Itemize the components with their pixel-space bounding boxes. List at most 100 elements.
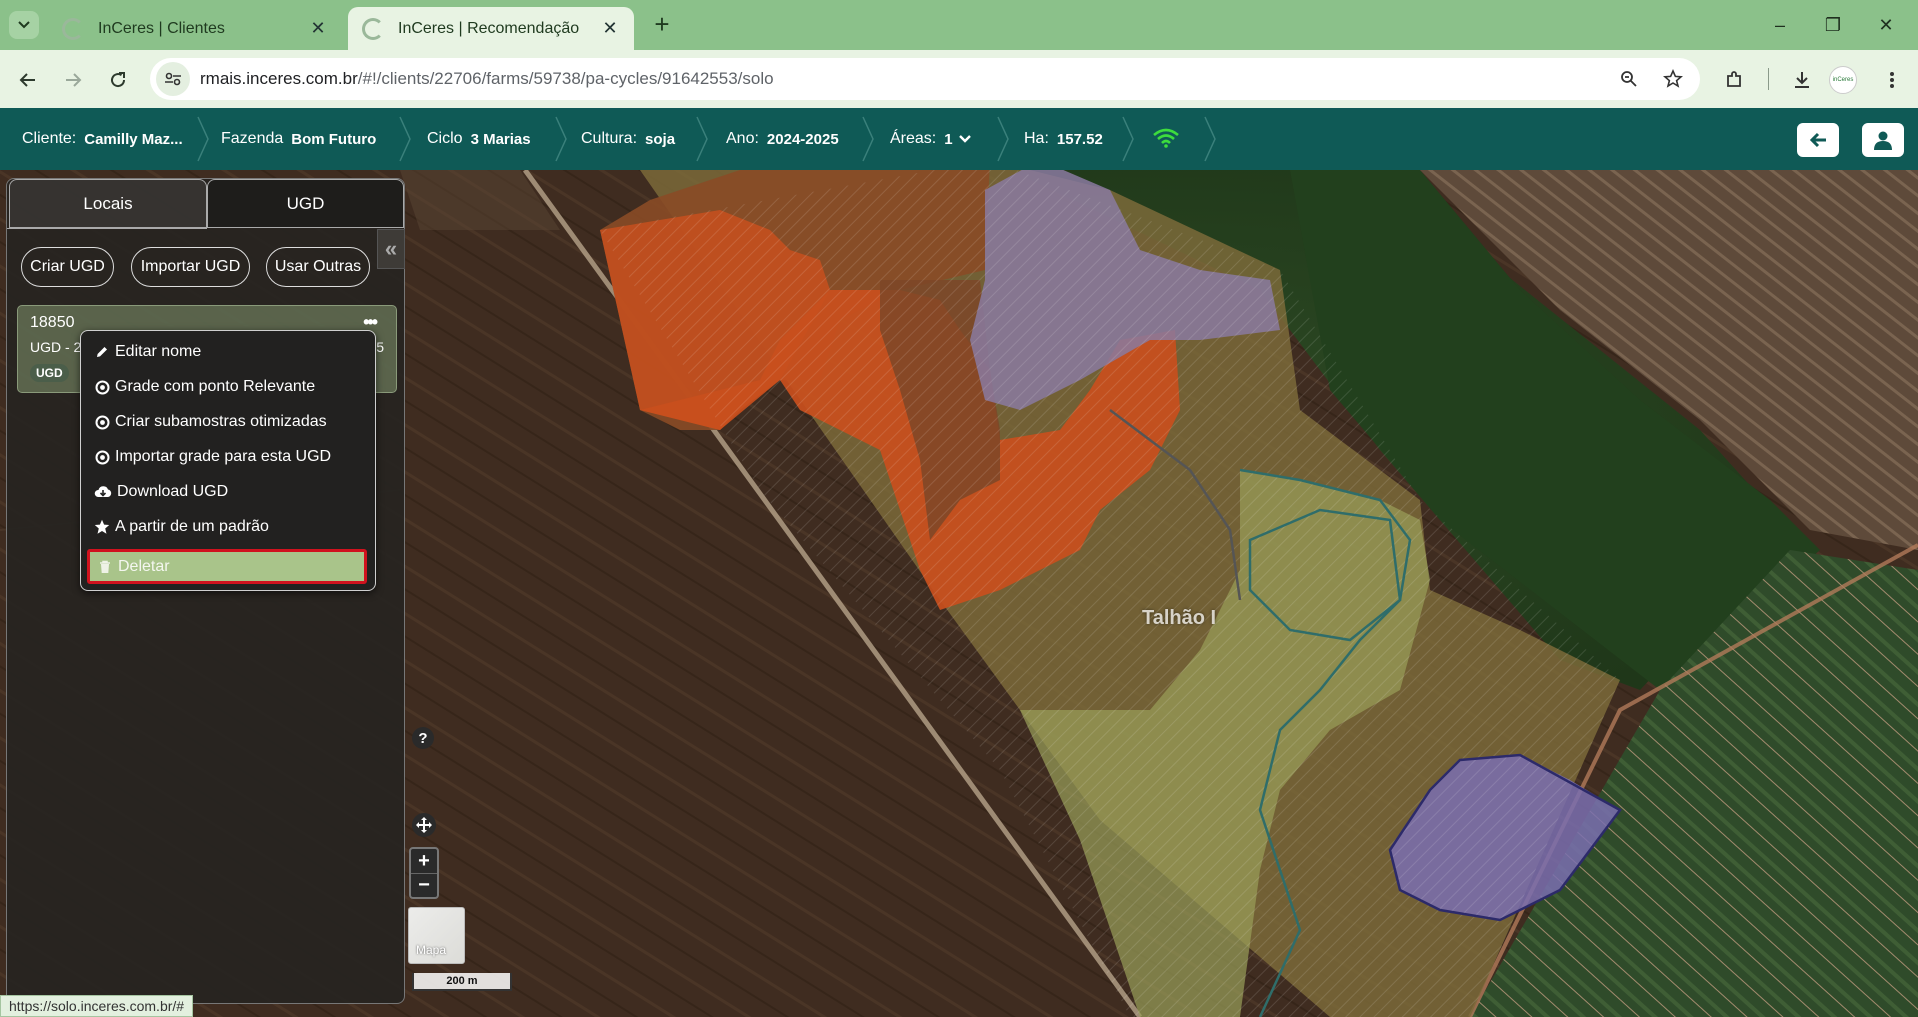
- crumb-label: Cliente:: [22, 130, 77, 147]
- zoom-control: + −: [409, 847, 439, 899]
- pencil-icon: [93, 343, 111, 361]
- close-icon[interactable]: ✕: [600, 18, 620, 39]
- download-icon[interactable]: [1786, 64, 1818, 96]
- new-tab-button[interactable]: +: [648, 9, 676, 39]
- chevron-right-icon: [862, 116, 874, 162]
- crumb-label: Áreas:: [890, 130, 937, 147]
- menu-item-download-ugd[interactable]: Download UGD: [93, 478, 228, 506]
- pan-button[interactable]: [412, 813, 436, 837]
- menu-item-label: Deletar: [118, 557, 170, 575]
- reload-button[interactable]: [102, 64, 134, 96]
- collapse-panel-button[interactable]: «: [377, 229, 405, 269]
- crumb-value: 2024-2025: [766, 130, 839, 148]
- crumb-value: 3 Marias: [470, 130, 531, 148]
- target-icon: [93, 378, 111, 396]
- browser-toolbar: rmais.inceres.com.br/#!/clients/22706/fa…: [0, 50, 1918, 108]
- back-nav-button[interactable]: [1797, 123, 1839, 157]
- trash-icon: [96, 558, 114, 576]
- tab-title: InCeres | Clientes: [98, 19, 225, 37]
- menu-kebab-icon[interactable]: [1876, 64, 1908, 96]
- profile-avatar[interactable]: inCeres: [1829, 66, 1857, 94]
- crumb-areas[interactable]: Áreas: 1: [890, 108, 971, 170]
- importar-ugd-button[interactable]: Importar UGD: [131, 247, 250, 287]
- zoom-icon[interactable]: [1612, 62, 1646, 96]
- crumb-ha: Ha: 157.52: [1024, 108, 1103, 170]
- crumb-cliente[interactable]: Cliente: Camilly Maz...: [22, 108, 183, 170]
- zoom-in-button[interactable]: +: [411, 849, 437, 873]
- target-icon: [93, 448, 111, 466]
- chevron-right-icon: [1122, 116, 1134, 162]
- tab-search-button[interactable]: [9, 11, 39, 39]
- menu-item-importar-grade[interactable]: Importar grade para esta UGD: [93, 443, 331, 471]
- reload-icon: [111, 72, 126, 88]
- basemap-label: Mapa: [416, 943, 447, 957]
- crumb-label: Ha:: [1024, 130, 1049, 147]
- site-info-icon[interactable]: [156, 62, 190, 96]
- menu-item-label: Editar nome: [115, 343, 202, 360]
- crumb-value: 157.52: [1056, 130, 1103, 148]
- menu-item-label: A partir de um padrão: [115, 518, 269, 535]
- help-button[interactable]: ?: [412, 727, 434, 749]
- back-button[interactable]: [12, 64, 44, 96]
- crumb-value: Bom Futuro: [291, 130, 377, 148]
- minimize-button[interactable]: –: [1760, 10, 1800, 40]
- user-profile-button[interactable]: [1862, 123, 1904, 157]
- crumb-ano[interactable]: Ano: 2024-2025: [726, 108, 839, 170]
- menu-item-grade-ponto-relevante[interactable]: Grade com ponto Relevante: [93, 373, 315, 401]
- forward-button[interactable]: [57, 64, 89, 96]
- address-bar[interactable]: rmais.inceres.com.br/#!/clients/22706/fa…: [150, 58, 1700, 100]
- target-icon: [93, 413, 111, 431]
- double-chevron-left-icon: «: [384, 236, 398, 261]
- crumb-label: Ciclo: [427, 130, 463, 147]
- crumb-value: soja: [645, 130, 676, 148]
- field-label: Talhão I: [1142, 607, 1217, 629]
- ugd-badge: UGD: [30, 364, 69, 382]
- arrow-right-icon: [66, 73, 82, 87]
- usar-outras-button[interactable]: Usar Outras: [266, 247, 370, 287]
- cloud-download-icon: [93, 483, 113, 501]
- status-url-tooltip: https://solo.inceres.com.br/#: [0, 995, 194, 1017]
- ugd-subtitle-end: 5: [376, 339, 384, 355]
- menu-item-editar-nome[interactable]: Editar nome: [93, 338, 201, 366]
- criar-ugd-button[interactable]: Criar UGD: [21, 247, 114, 287]
- arrow-left-icon: [1809, 132, 1826, 148]
- close-icon[interactable]: ✕: [308, 18, 328, 39]
- menu-item-criar-subamostras[interactable]: Criar subamostras otimizadas: [93, 408, 327, 436]
- browser-tab-clientes[interactable]: InCeres | Clientes ✕: [48, 7, 342, 50]
- user-icon: [1874, 131, 1892, 150]
- browser-tab-recomendacao[interactable]: InCeres | Recomendação ✕: [348, 7, 634, 50]
- crumb-label: Cultura:: [581, 130, 638, 147]
- close-window-button[interactable]: ✕: [1866, 10, 1906, 40]
- menu-item-label: Criar subamostras otimizadas: [115, 413, 327, 430]
- crumb-ciclo[interactable]: Ciclo 3 Marias: [427, 108, 531, 170]
- arrow-left-icon: [19, 73, 35, 87]
- crumb-value: 1: [944, 130, 953, 148]
- chevron-right-icon: [197, 116, 209, 162]
- crumb-value: Camilly Maz...: [84, 130, 183, 148]
- zoom-out-button[interactable]: −: [411, 873, 437, 897]
- chevron-right-icon: [1204, 116, 1216, 162]
- tab-title: InCeres | Recomendação: [398, 19, 580, 37]
- tab-divider: [7, 228, 207, 229]
- tab-ugd[interactable]: UGD: [207, 179, 404, 228]
- crumb-fazenda[interactable]: Fazenda Bom Futuro: [221, 108, 376, 170]
- loading-icon: [362, 17, 384, 40]
- toolbar-divider: [1768, 68, 1769, 90]
- menu-item-deletar[interactable]: Deletar: [87, 549, 367, 584]
- ugd-id: 18850: [30, 314, 75, 331]
- menu-item-label: Download UGD: [117, 483, 229, 500]
- chevron-right-icon: [696, 116, 708, 162]
- browser-tabstrip: InCeres | Clientes ✕ InCeres | Recomenda…: [0, 0, 1918, 50]
- extensions-icon[interactable]: [1718, 64, 1750, 96]
- basemap-toggle[interactable]: Mapa: [408, 907, 465, 964]
- menu-item-a-partir-padrao[interactable]: A partir de um padrão: [93, 513, 269, 541]
- restore-button[interactable]: ❐: [1813, 10, 1853, 40]
- tab-locais[interactable]: Locais: [9, 179, 207, 228]
- bookmark-star-icon[interactable]: [1656, 62, 1690, 96]
- ugd-panel: Locais UGD « Criar UGD Importar UGD Usar…: [6, 178, 405, 1004]
- chevron-right-icon: [555, 116, 567, 162]
- crumb-label: Ano:: [726, 130, 759, 147]
- chevron-down-icon: [18, 21, 30, 29]
- scale-bar: 200 m: [412, 973, 512, 991]
- crumb-cultura[interactable]: Cultura: soja: [581, 108, 675, 170]
